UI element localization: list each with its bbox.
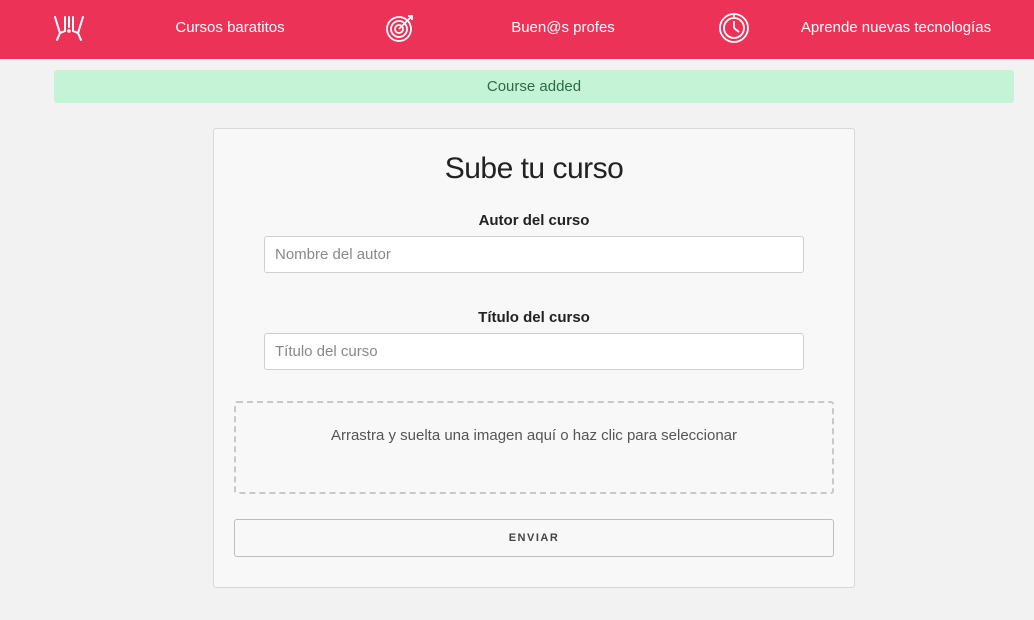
dropzone-text: Arrastra y suelta una imagen aquí o haz …	[330, 427, 738, 444]
nav-link-cursos-baratitos[interactable]: Cursos baratitos	[175, 19, 284, 37]
author-input[interactable]	[264, 236, 804, 273]
success-alert: Course added	[54, 70, 1014, 103]
clock-icon[interactable]	[717, 11, 751, 45]
nav-link-aprende-nuevas-tecnologias[interactable]: Aprende nuevas tecnologías	[801, 19, 991, 37]
course-title-label: Título del curso	[478, 309, 590, 326]
author-label: Autor del curso	[478, 212, 590, 229]
nav-link-buenos-profes[interactable]: Buen@s profes	[511, 19, 615, 37]
form-title: Sube tu curso	[444, 152, 624, 185]
top-navbar: Cursos baratitos Buen@s profes Aprende n…	[0, 0, 1034, 59]
target-icon[interactable]	[383, 11, 417, 45]
submit-button[interactable]: ENVIAR	[234, 519, 834, 557]
course-title-input[interactable]	[264, 333, 804, 370]
image-dropzone[interactable]: Arrastra y suelta una imagen aquí o haz …	[234, 401, 834, 494]
glasses-cheers-icon[interactable]	[52, 11, 86, 45]
upload-course-form: Sube tu curso Autor del curso Título del…	[213, 128, 855, 588]
